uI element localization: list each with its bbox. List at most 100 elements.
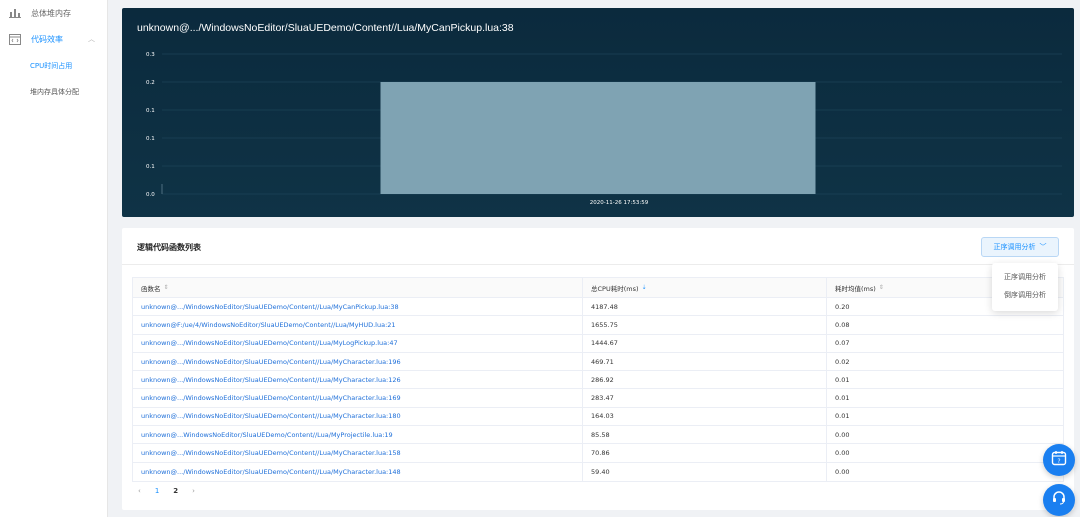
table-row: unknown@.../WindowsNoEditor/SluaUEDemo/C… <box>133 462 1063 481</box>
cell-value: 4187.48 <box>591 302 618 311</box>
column-header-function-name[interactable]: 函数名 ⇕ <box>133 278 583 297</box>
page-button-1[interactable]: 1 <box>155 487 159 495</box>
cell-total-cpu: 70.86 <box>583 444 827 462</box>
cell-function-name[interactable]: unknown@.../WindowsNoEditor/SluaUEDemo/C… <box>133 352 583 371</box>
cell-avg-time: 0.00 <box>827 444 1063 461</box>
list-title: 逻辑代码函数列表 <box>137 243 201 252</box>
page-button-2[interactable]: 2 <box>173 487 178 495</box>
analysis-dropdown-button[interactable]: 正序调用分析 ﹀ <box>981 237 1059 257</box>
function-link[interactable]: unknown@F:/ue/4/WindowsNoEditor/SluaUEDe… <box>141 321 396 329</box>
sidebar-subitem-heap-allocation[interactable]: 堆内存具体分配 <box>30 87 79 97</box>
table-row: unknown@.../WindowsNoEditor/SluaUEDemo/C… <box>133 352 1063 372</box>
analysis-button-label: 正序调用分析 <box>993 243 1036 251</box>
y-tick-label: 0.1 <box>146 164 155 170</box>
calendar-icon: ? <box>1051 450 1067 470</box>
cell-total-cpu: 1444.67 <box>583 334 827 352</box>
function-link[interactable]: unknown@.../WindowsNoEditor/SluaUEDemo/C… <box>141 449 401 457</box>
bar-chart-icon <box>9 7 21 19</box>
cell-total-cpu: 1655.75 <box>583 316 827 334</box>
cell-value: 70.86 <box>591 449 610 458</box>
table-row: unknown@.../WindowsNoEditor/SluaUEDemo/C… <box>133 298 1063 317</box>
cell-function-name[interactable]: unknown@.../WindowsNoEditor/SluaUEDemo/C… <box>133 371 583 389</box>
function-link[interactable]: unknown@...WindowsNoEditor/SluaUEDemo/Co… <box>141 431 393 439</box>
table-body: unknown@.../WindowsNoEditor/SluaUEDemo/C… <box>133 298 1063 481</box>
sort-desc-icon[interactable]: ⇣ <box>642 284 647 291</box>
next-page-button[interactable]: › <box>192 487 195 495</box>
cell-value: 0.07 <box>835 339 850 348</box>
support-fab-button[interactable] <box>1043 484 1075 516</box>
headset-icon <box>1051 490 1067 510</box>
cell-value: 0.01 <box>835 394 850 403</box>
table-row: unknown@.../WindowsNoEditor/SluaUEDemo/C… <box>133 407 1063 427</box>
cell-function-name[interactable]: unknown@.../WindowsNoEditor/SluaUEDemo/C… <box>133 389 583 407</box>
cell-function-name[interactable]: unknown@.../WindowsNoEditor/SluaUEDemo/C… <box>133 407 583 426</box>
cell-function-name[interactable]: unknown@F:/ue/4/WindowsNoEditor/SluaUEDe… <box>133 316 583 334</box>
function-link[interactable]: unknown@.../WindowsNoEditor/SluaUEDemo/C… <box>141 339 398 347</box>
table-header: 函数名 ⇕ 总CPU耗时(ms) ⇣ 耗时均值(ms) ⇕ <box>133 278 1063 298</box>
calendar-fab-button[interactable]: ? <box>1043 444 1075 476</box>
chart: 0.3 0.2 0.1 0.1 0.1 0.0 2020-11-26 17:53:59 <box>146 52 1062 206</box>
code-icon <box>9 33 21 45</box>
cell-function-name[interactable]: unknown@.../WindowsNoEditor/SluaUEDemo/C… <box>133 444 583 462</box>
cell-value: 0.00 <box>835 467 850 476</box>
cell-value: 1444.67 <box>591 339 618 348</box>
cell-value: 85.58 <box>591 430 610 439</box>
cell-total-cpu: 286.92 <box>583 371 827 389</box>
cell-value: 0.00 <box>835 430 850 439</box>
function-link[interactable]: unknown@.../WindowsNoEditor/SluaUEDemo/C… <box>141 412 401 420</box>
chart-panel: 0.3 0.2 0.1 0.1 0.1 0.0 2020-11-26 17:53:59 un… <box>122 8 1074 217</box>
cell-total-cpu: 4187.48 <box>583 298 827 316</box>
cell-avg-time: 0.00 <box>827 463 1063 481</box>
cell-value: 0.02 <box>835 357 850 366</box>
cell-avg-time: 0.08 <box>827 316 1063 333</box>
cell-value: 0.08 <box>835 320 850 329</box>
cell-value: 283.47 <box>591 394 614 403</box>
table-row: unknown@.../WindowsNoEditor/SluaUEDemo/C… <box>133 371 1063 390</box>
column-header-total-cpu[interactable]: 总CPU耗时(ms) ⇣ <box>583 278 827 297</box>
sidebar-item-heap-memory[interactable]: 总体堆内存 <box>0 0 107 26</box>
sort-icon[interactable]: ⇕ <box>164 284 169 291</box>
sidebar-item-code-efficiency[interactable]: 代码效率 ︿ <box>0 26 107 52</box>
cell-value: 469.71 <box>591 357 614 366</box>
chevron-up-icon: ︿ <box>88 35 95 43</box>
dropdown-option-forward-analysis[interactable]: 正序调用分析 <box>992 269 1058 285</box>
function-list-panel: 逻辑代码函数列表 正序调用分析 ﹀ 函数名 ⇕ 总CPU耗时(ms) ⇣ 耗时均值(… <box>122 228 1074 510</box>
table-row: unknown@.../WindowsNoEditor/SluaUEDemo/C… <box>133 389 1063 408</box>
divider <box>122 264 1074 265</box>
table-row: unknown@...WindowsNoEditor/SluaUEDemo/Co… <box>133 426 1063 445</box>
cell-avg-time: 0.01 <box>827 371 1063 388</box>
function-link[interactable]: unknown@.../WindowsNoEditor/SluaUEDemo/C… <box>141 376 401 384</box>
function-link[interactable]: unknown@.../WindowsNoEditor/SluaUEDemo/C… <box>141 303 399 311</box>
function-table: 函数名 ⇕ 总CPU耗时(ms) ⇣ 耗时均值(ms) ⇕ unknown@.../W… <box>132 277 1064 482</box>
y-tick-label: 0.1 <box>146 108 155 114</box>
dropdown-option-reverse-analysis[interactable]: 倒序调用分析 <box>992 287 1058 303</box>
cell-function-name[interactable]: unknown@.../WindowsNoEditor/SluaUEDemo/C… <box>133 298 583 316</box>
cell-function-name[interactable]: unknown@.../WindowsNoEditor/SluaUEDemo/C… <box>133 462 583 481</box>
cell-total-cpu: 59.40 <box>583 462 827 481</box>
cell-value: 59.40 <box>591 467 610 476</box>
table-row: unknown@.../WindowsNoEditor/SluaUEDemo/C… <box>133 334 1063 353</box>
cell-function-name[interactable]: unknown@...WindowsNoEditor/SluaUEDemo/Co… <box>133 426 583 444</box>
sidebar-subitem-cpu-time[interactable]: CPU时间占用 <box>30 61 72 71</box>
cell-avg-time: 0.01 <box>827 408 1063 425</box>
cell-total-cpu: 283.47 <box>583 389 827 407</box>
y-tick-label: 0.3 <box>146 52 155 58</box>
svg-text:?: ? <box>1057 458 1060 465</box>
function-link[interactable]: unknown@.../WindowsNoEditor/SluaUEDemo/C… <box>141 394 401 402</box>
cell-value: 286.92 <box>591 375 614 384</box>
pagination: ‹ 1 2 › <box>138 487 195 495</box>
cell-value: 0.20 <box>835 302 850 311</box>
cell-value: 0.00 <box>835 449 850 458</box>
function-link[interactable]: unknown@.../WindowsNoEditor/SluaUEDemo/C… <box>141 468 401 476</box>
table-row: unknown@.../WindowsNoEditor/SluaUEDemo/C… <box>133 444 1063 463</box>
y-tick-label: 0.2 <box>146 80 155 86</box>
function-link[interactable]: unknown@.../WindowsNoEditor/SluaUEDemo/C… <box>141 358 401 366</box>
sort-icon[interactable]: ⇕ <box>879 284 884 291</box>
prev-page-button[interactable]: ‹ <box>138 487 141 495</box>
bar[interactable] <box>380 82 816 194</box>
cell-value: 1655.75 <box>591 320 618 329</box>
cell-total-cpu: 85.58 <box>583 426 827 444</box>
cell-function-name[interactable]: unknown@.../WindowsNoEditor/SluaUEDemo/C… <box>133 334 583 352</box>
chart-title: unknown@.../WindowsNoEditor/SluaUEDemo/C… <box>137 22 514 34</box>
sidebar-item-label: 代码效率 <box>31 34 63 44</box>
